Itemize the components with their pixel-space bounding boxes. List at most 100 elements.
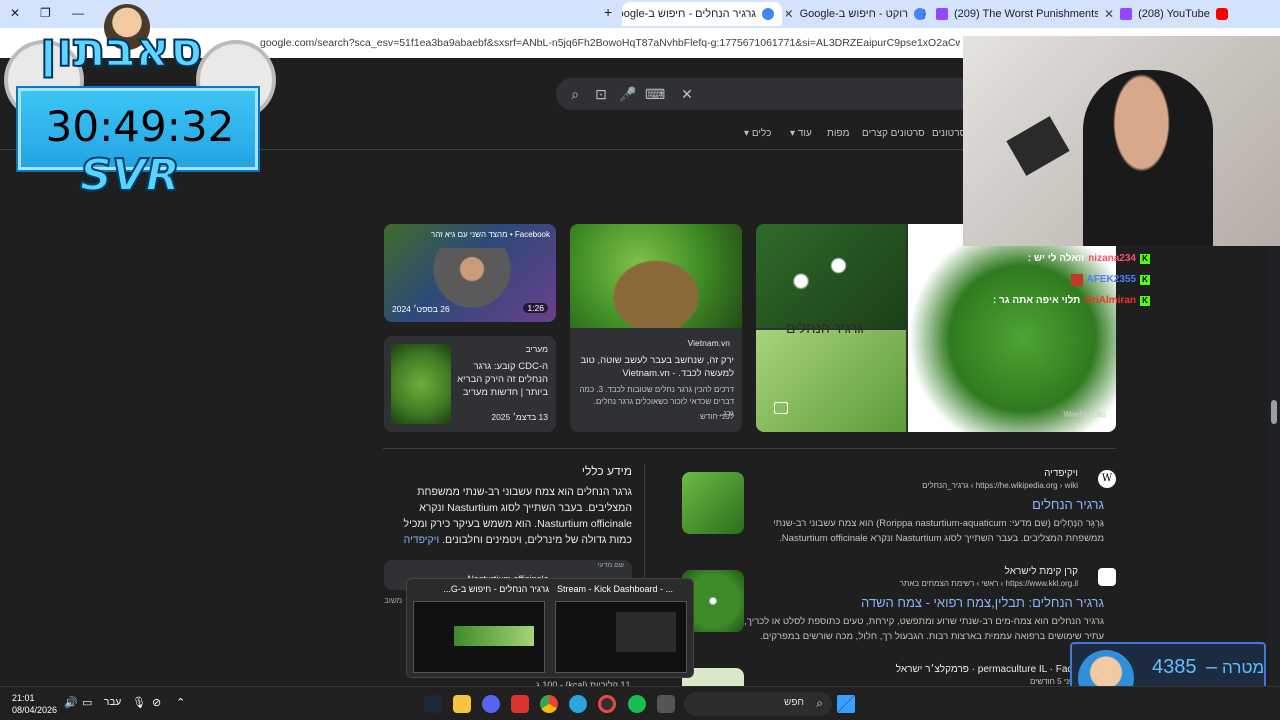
tab-youtube-1[interactable]: ⋮ (209) The Worst Punishments in: [918, 4, 1098, 24]
nav-shorts[interactable]: סרטונים קצרים: [862, 128, 925, 139]
windows-taskbar: 21:01 08/04/2026 🔊 ▭ עבר 🎙 ⊘ ⌃ חפש ⌕: [0, 686, 1280, 720]
clock-date[interactable]: 08/04/2026: [12, 705, 57, 715]
clock-time[interactable]: 21:01: [12, 693, 35, 703]
preview-title[interactable]: Stream - Kick Dashboard - ...: [557, 584, 689, 594]
search-icon: ⌕: [816, 696, 823, 710]
tab-title: רוקט - חיפוש ב-Google: [799, 8, 908, 20]
close-tab-icon[interactable]: ✕: [1104, 7, 1114, 21]
video-source: Facebook • מהצד השני עם גיא זהר: [430, 230, 550, 239]
search-input[interactable]: ⌕ ⊡ 🎤 ⌨ ✕: [556, 78, 976, 110]
taskbar-preview-popup: גרגיר הנחלים - חיפוש ב-G... Stream - Kic…: [406, 578, 694, 678]
watercress-image: [391, 344, 451, 424]
keyboard-icon[interactable]: ⌨: [645, 84, 665, 104]
streamer-image: [1083, 70, 1213, 246]
timer-value: 30:49:32: [45, 102, 235, 151]
chat-user: OriAlmiran: [1084, 295, 1136, 306]
image-gallery-icon[interactable]: [774, 402, 788, 414]
tab-google-search-2[interactable]: רוקט - חיפוש ב-Google ✕: [786, 4, 926, 24]
window-icon[interactable]: [657, 695, 675, 713]
preview-content: [616, 612, 676, 652]
result-title[interactable]: גרגיר הנחלים: תבלין,צמח רפואי - צמח השדה: [861, 595, 1104, 610]
close-tab-icon[interactable]: ✕: [786, 7, 794, 21]
wifi-off-icon[interactable]: ⊘: [152, 696, 161, 709]
feedback-link[interactable]: משוב: [384, 596, 402, 605]
basket-image: [570, 224, 742, 328]
kkl-favicon-icon: [1098, 568, 1116, 586]
scroll-thumb[interactable]: [1271, 400, 1277, 424]
microphone-icon[interactable]: 🎙: [132, 696, 146, 709]
file-explorer-icon[interactable]: [453, 695, 471, 713]
image-watermark: Weebly Clip: [1063, 410, 1106, 419]
webcam-feed: [963, 36, 1280, 246]
video-date: 26 בספט׳ 2024: [392, 304, 450, 314]
app-icon[interactable]: [511, 695, 529, 713]
facebook-video-card[interactable]: Facebook • מהצד השני עם גיא זהר 26 בספט׳…: [384, 224, 556, 322]
nav-videos[interactable]: סרטונים: [932, 128, 966, 139]
nav-tools[interactable]: ▾ כלים: [744, 128, 771, 139]
telegram-icon[interactable]: [569, 695, 587, 713]
chrome-icon[interactable]: [540, 695, 558, 713]
leaves-image: [756, 330, 906, 432]
preview-window-1[interactable]: [413, 601, 545, 673]
divider: [383, 448, 1116, 449]
chat-user: AFEK2355: [1086, 274, 1136, 285]
preview-title[interactable]: גרגיר הנחלים - חיפוש ב-G...: [417, 584, 549, 594]
tab-title: (209) The Worst Punishments in: [954, 8, 1098, 20]
windows-start-icon[interactable]: [837, 695, 855, 713]
search-icon[interactable]: ⌕: [565, 84, 585, 104]
video-duration: 1:26: [523, 303, 548, 313]
chat-text: תלוי איפה אתה גר :: [992, 295, 1081, 306]
preview-window-2[interactable]: [555, 601, 687, 673]
spotify-icon[interactable]: [628, 695, 646, 713]
address-bar[interactable]: google.com/search?sca_esv=51f1ea3ba9abae…: [260, 32, 960, 54]
twitch-favicon-icon: [936, 8, 948, 20]
new-tab-button[interactable]: +: [604, 4, 612, 20]
stream-logo-overlay: סאבתון 30:49:32 SVR: [0, 0, 280, 205]
screen: ✕ ❐ — + גרגיר הנחלים - חיפוש ב-Google ✕ …: [0, 0, 1280, 720]
wikipedia-link[interactable]: ויקיפדיה: [404, 534, 440, 546]
chat-message: K AFEK2355: [955, 269, 1150, 290]
discord-icon[interactable]: [482, 695, 500, 713]
kick-badge-icon: K: [1140, 253, 1150, 264]
steam-icon[interactable]: [424, 695, 442, 713]
taskbar-search[interactable]: חפש ⌕: [684, 692, 832, 716]
kick-badge-icon: K: [1140, 295, 1150, 306]
chat-message: K OriAlmiran תלוי איפה אתה גר :: [955, 290, 1150, 311]
result-url[interactable]: https://www.kkl.org.il › ראשי › רשימת הצ…: [900, 579, 1078, 588]
nav-more[interactable]: ▾ עוד: [790, 128, 812, 139]
brand-title: סאבתון: [39, 21, 204, 79]
wikipedia-favicon-icon: W: [1098, 470, 1116, 488]
volume-icon[interactable]: 🔊: [64, 696, 78, 709]
vietnam-card[interactable]: Vietnam.vn ירק זה, שנחשב בעבר לעשב שוטה,…: [570, 224, 742, 432]
emote-icon: [1070, 273, 1083, 286]
clear-icon[interactable]: ✕: [677, 84, 697, 104]
result-url[interactable]: https://he.wikipedia.org › wiki › גרגיר_…: [922, 481, 1078, 490]
tab-google-search-1[interactable]: גרגיר הנחלים - חיפוש ב-Google ✕: [622, 2, 782, 26]
result-thumbnail[interactable]: [682, 472, 744, 534]
tab-youtube-2[interactable]: ✕ (208) YouTube: [1104, 4, 1264, 24]
card-time: לפני חודש: [700, 412, 734, 421]
result-title[interactable]: גרגיר הנחלים: [1032, 497, 1104, 512]
goal-label: מטרה: [1222, 658, 1265, 677]
twitch-favicon-icon: [1120, 8, 1133, 20]
svr-label: SVR: [79, 149, 181, 202]
nav-maps[interactable]: מפות: [827, 128, 849, 139]
microphone-icon[interactable]: 🎤: [618, 84, 638, 104]
google-favicon-icon: [762, 8, 774, 20]
goal-dash: –: [1206, 656, 1218, 678]
obs-icon[interactable]: [598, 695, 616, 713]
image-label: גרגיר הנחלים: [786, 320, 864, 336]
chat-overlay: K nizana234 וואלה לי יש : K AFEK2355 K O…: [955, 248, 1150, 311]
card-date: 13 בדצמ׳ 2025: [491, 412, 548, 422]
flower-image: [756, 224, 906, 328]
tab-title: גרגיר הנחלים - חיפוש ב-Google: [622, 8, 756, 20]
more-icon[interactable]: ⋮: [918, 7, 930, 21]
maariv-card[interactable]: מעריב ה-CDC קובע: גרגר הנחלים זה הירק הב…: [384, 336, 556, 432]
search-label: חפש: [784, 697, 804, 708]
knowledge-text: גרגר הנחלים הוא צמח עשבוני רב-שנתי ממשפח…: [384, 484, 632, 548]
card-title: ה-CDC קובע: גרגר הנחלים זה הירק הבריא בי…: [457, 361, 548, 398]
lens-icon[interactable]: ⊡: [591, 84, 611, 104]
chevron-up-icon[interactable]: ⌃: [176, 696, 185, 709]
network-icon[interactable]: ▭: [82, 696, 92, 709]
language-indicator[interactable]: עבר: [104, 697, 121, 708]
